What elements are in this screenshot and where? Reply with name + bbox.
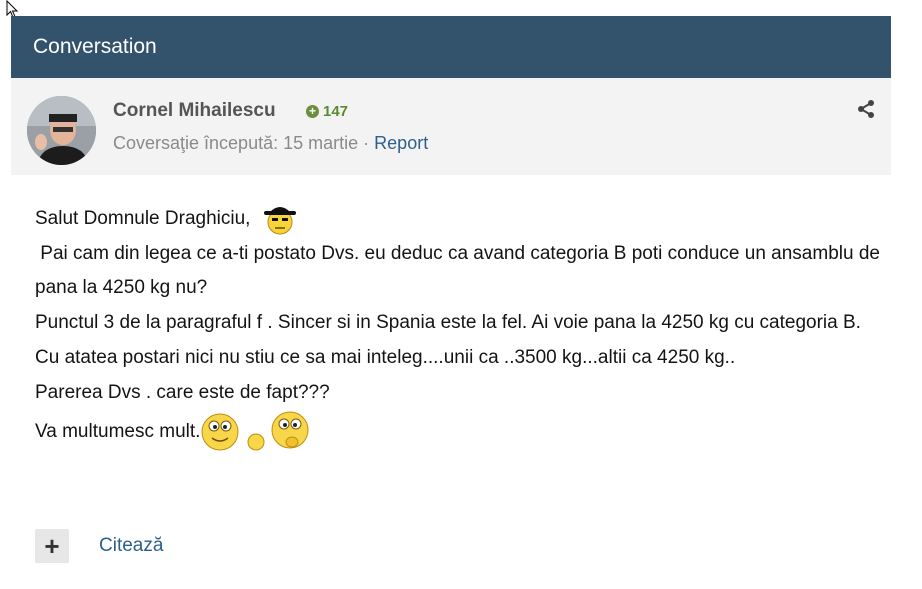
conversation-meta: Coversaţie începută: 15 martie · Report <box>113 133 428 154</box>
post-line: Cu atatea postari nici nu stiu ce sa mai… <box>35 346 736 368</box>
reputation-count: 147 <box>323 103 349 120</box>
plus-icon: + <box>44 530 60 561</box>
avatar[interactable] <box>27 96 96 165</box>
post-greeting: Salut Domnule Draghiciu, <box>35 208 261 230</box>
report-link[interactable]: Report <box>374 133 428 153</box>
post-closing: Va multumesc mult. <box>35 421 201 443</box>
post-line: Va multumesc mult. <box>35 410 885 454</box>
cool-smiley-icon <box>264 207 296 235</box>
author-name[interactable]: Cornel Mihailescu <box>113 100 276 122</box>
thankful-smileys-icon <box>201 411 309 451</box>
post-line: Salut Domnule Draghiciu, <box>35 202 885 237</box>
meta-separator: · <box>363 133 370 153</box>
avatar-image <box>27 96 96 165</box>
add-button[interactable]: + <box>35 529 69 563</box>
share-icon[interactable] <box>856 99 876 119</box>
post-line: Pai cam din legea ce a-ti postato Dvs. e… <box>35 242 886 299</box>
post-content: Salut Domnule Draghiciu, Pai cam din leg… <box>35 202 885 454</box>
quote-button[interactable]: Citează <box>99 535 163 557</box>
post-line: Parerea Dvs . care este de fapt??? <box>35 381 330 403</box>
post-line: Punctul 3 de la paragraful f . Sincer si… <box>35 312 861 334</box>
started-date: Coversaţie începută: 15 martie <box>113 133 359 153</box>
reputation-badge: + 147 <box>306 103 348 120</box>
plus-circle-icon: + <box>306 105 319 118</box>
page-title: Conversation <box>33 35 157 58</box>
author-bar: Cornel Mihailescu + 147 Coversaţie încep… <box>11 78 891 175</box>
conversation-header: Conversation <box>11 16 891 78</box>
